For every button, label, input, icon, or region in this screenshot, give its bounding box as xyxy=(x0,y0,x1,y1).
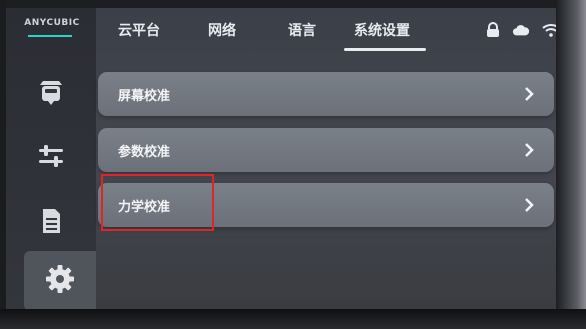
touchscreen: ANYCUBIC 云平台 网络 语言 系统设置 屏幕校准 参数校准 力学校准 xyxy=(6,8,556,309)
cloud-icon xyxy=(512,22,530,38)
lock-icon xyxy=(484,22,502,38)
device-bezel-bottom xyxy=(0,309,586,329)
file-icon xyxy=(34,204,68,242)
wifi-icon xyxy=(542,22,556,38)
sidebar-item-files[interactable] xyxy=(20,198,82,248)
menu-item-parameter-calibration[interactable]: 参数校准 xyxy=(98,128,554,172)
tab-language[interactable]: 语言 xyxy=(288,20,316,40)
highlight-annotation xyxy=(101,174,214,231)
active-tab-indicator xyxy=(344,48,426,51)
chevron-right-icon xyxy=(522,141,536,159)
tab-cloud-platform[interactable]: 云平台 xyxy=(118,20,160,40)
gear-icon xyxy=(42,261,78,301)
device-bezel-right xyxy=(556,0,586,329)
brand-underline xyxy=(28,35,72,37)
sliders-icon xyxy=(34,139,68,177)
top-navigation: 云平台 网络 语言 系统设置 xyxy=(96,8,556,56)
sidebar: ANYCUBIC xyxy=(6,8,96,309)
menu-item-label: 参数校准 xyxy=(118,145,171,160)
tab-network[interactable]: 网络 xyxy=(208,20,236,40)
brand-logo: ANYCUBIC xyxy=(24,18,80,28)
sidebar-item-settings[interactable] xyxy=(24,251,96,309)
sidebar-item-controls[interactable] xyxy=(20,133,82,183)
menu-item-screen-calibration[interactable]: 屏幕校准 xyxy=(98,72,554,116)
sidebar-item-print[interactable] xyxy=(20,68,82,118)
menu-item-label: 屏幕校准 xyxy=(118,89,171,104)
printer-head-icon xyxy=(34,74,68,112)
tab-system-settings[interactable]: 系统设置 xyxy=(354,20,410,40)
chevron-right-icon xyxy=(522,85,536,103)
device-bezel-top xyxy=(0,0,586,8)
chevron-right-icon xyxy=(522,196,536,214)
